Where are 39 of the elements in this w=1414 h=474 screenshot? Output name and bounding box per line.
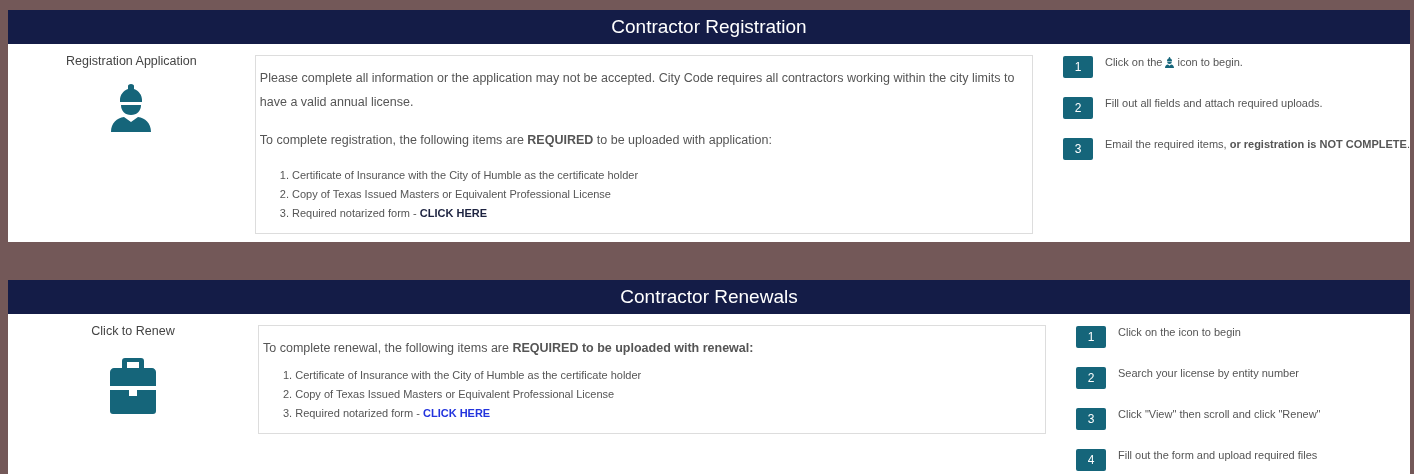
step-number: 2 <box>1076 367 1106 389</box>
step-number: 1 <box>1076 326 1106 348</box>
section-title: Contractor Registration <box>611 16 807 38</box>
info-paragraph: To complete renewal, the following items are REQUIRED to be uploaded with renewal: <box>263 340 755 357</box>
step-text: Click on the <box>1104 56 1163 68</box>
step-text: Search your license by entity number <box>1118 367 1299 379</box>
click-here-link[interactable]: CLICK HERE <box>422 407 491 419</box>
step-text: Email the required items, or registration is NOT COMPLETE. <box>1104 138 1410 150</box>
worker-icon <box>1165 56 1175 68</box>
step-number: 3 <box>1076 408 1106 430</box>
list-item-text: Required notarized form - CLICK HERE <box>295 406 491 421</box>
list-item-text: Copy of Texas Issued Masters or Equivalent Professional License <box>295 387 615 402</box>
list-item-text: Certificate of Insurance with the City of Humble as the certificate holder <box>292 168 639 183</box>
list-number: 3. <box>279 206 289 221</box>
list-item-text: Required notarized form - CLICK HERE <box>292 206 488 221</box>
list-number: 3. <box>283 406 293 421</box>
info-paragraph: Please complete all information or the application may not be accepted. City Code requires all contractors working within the city limits to have a valid annual license. <box>259 70 1016 111</box>
info-paragraph: To complete registration, the following items are REQUIRED to be uploaded with application: <box>259 132 773 149</box>
list-number: 2. <box>283 387 293 402</box>
click-here-link[interactable]: CLICK HERE <box>419 207 488 219</box>
list-number: 1. <box>283 368 293 383</box>
step-text: Fill out the form and upload required files <box>1118 449 1318 461</box>
step-text: Click on the icon to begin <box>1118 326 1241 338</box>
icon-label: Registration Application <box>66 54 197 68</box>
list-number: 2. <box>279 187 289 202</box>
worker-icon[interactable] <box>111 84 152 132</box>
step-number: 3 <box>1062 138 1093 160</box>
list-number: 1. <box>279 168 289 183</box>
section-title: Contractor Renewals <box>620 286 798 308</box>
toolbox-icon[interactable] <box>110 358 156 414</box>
step-number: 4 <box>1076 449 1106 471</box>
step-text: Click "View" then scroll and click "Renew" <box>1118 408 1321 420</box>
step-text: Fill out all fields and attach required uploads. <box>1104 97 1323 109</box>
list-item-text: Copy of Texas Issued Masters or Equivalent Professional License <box>292 187 611 202</box>
list-item-text: Certificate of Insurance with the City of Humble as the certificate holder <box>295 368 642 383</box>
step-text: icon to begin. <box>1177 56 1243 68</box>
icon-label: Click to Renew <box>91 324 175 338</box>
step-number: 2 <box>1062 97 1093 119</box>
step-number: 1 <box>1062 56 1093 78</box>
